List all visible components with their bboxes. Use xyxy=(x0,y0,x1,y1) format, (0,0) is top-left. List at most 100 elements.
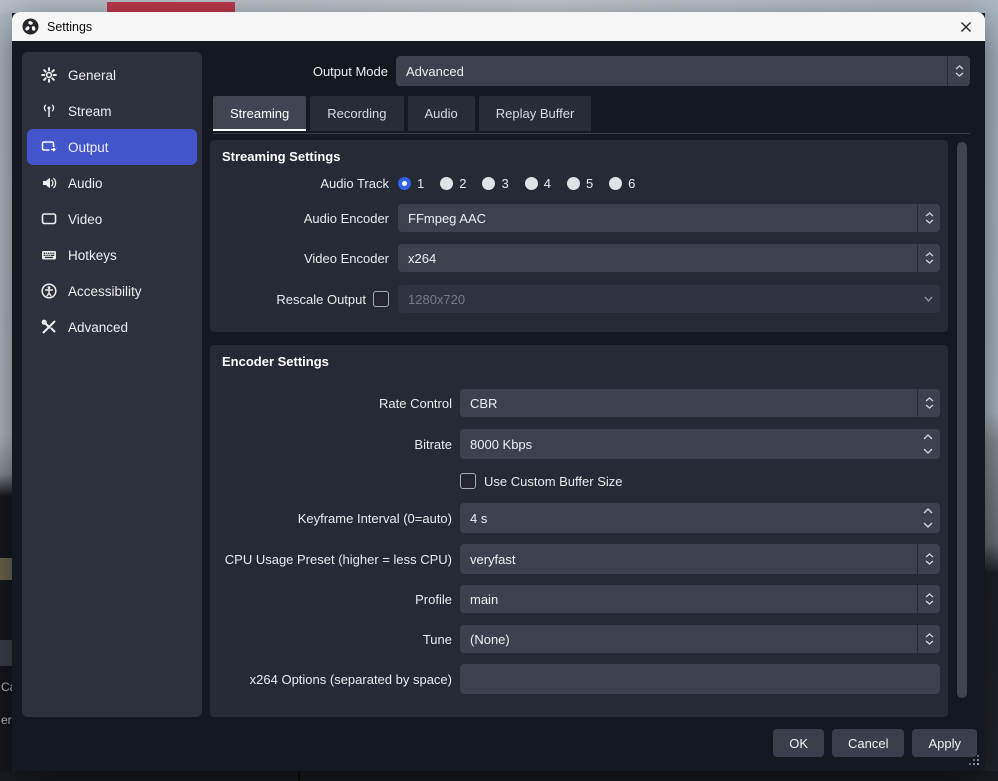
tab-recording[interactable]: Recording xyxy=(310,96,403,131)
output-mode-select[interactable]: Advanced xyxy=(396,56,970,86)
audio-encoder-select[interactable]: FFmpeg AAC xyxy=(398,204,940,232)
radio-track-4[interactable]: 4 xyxy=(525,176,551,191)
keyframe-interval-spinbox[interactable]: 4 s xyxy=(460,503,940,533)
profile-value: main xyxy=(460,592,917,607)
backdrop-right-strip xyxy=(985,13,998,781)
video-encoder-label: Video Encoder xyxy=(210,251,389,266)
tune-select[interactable]: (None) xyxy=(460,625,940,653)
radio-label: 6 xyxy=(628,176,635,191)
radio-track-1[interactable]: 1 xyxy=(398,176,424,191)
radio-track-6[interactable]: 6 xyxy=(609,176,635,191)
ok-button[interactable]: OK xyxy=(773,729,824,757)
settings-dialog: Settings General xyxy=(12,12,985,771)
sidebar-item-label: Accessibility xyxy=(68,284,142,299)
stepper-arrows-icon[interactable] xyxy=(916,429,940,459)
radio-selected-icon xyxy=(398,177,411,190)
x264-options-input[interactable] xyxy=(460,664,940,694)
bitrate-spinbox[interactable]: 8000 Kbps xyxy=(460,429,940,459)
radio-label: 1 xyxy=(417,176,424,191)
audio-encoder-value: FFmpeg AAC xyxy=(398,211,917,226)
radio-track-2[interactable]: 2 xyxy=(440,176,466,191)
tab-audio[interactable]: Audio xyxy=(408,96,475,131)
radio-icon xyxy=(567,177,580,190)
obs-logo-icon xyxy=(22,18,39,35)
vertical-scrollbar-thumb[interactable] xyxy=(957,142,967,698)
close-icon[interactable] xyxy=(957,18,975,36)
titlebar[interactable]: Settings xyxy=(12,12,985,41)
tab-label: Replay Buffer xyxy=(496,106,575,121)
profile-select[interactable]: main xyxy=(460,585,940,613)
sidebar-item-label: General xyxy=(68,68,116,83)
tab-label: Audio xyxy=(425,106,458,121)
spinner-arrows-icon[interactable] xyxy=(947,56,970,86)
profile-label: Profile xyxy=(210,592,452,607)
cpu-preset-select[interactable]: veryfast xyxy=(460,544,940,574)
tab-replay-buffer[interactable]: Replay Buffer xyxy=(479,96,592,131)
output-tabs: Streaming Recording Audio Replay Buffer xyxy=(213,96,591,131)
sidebar-item-general[interactable]: General xyxy=(27,57,197,93)
spinner-arrows-icon[interactable] xyxy=(917,544,940,574)
sidebar-item-hotkeys[interactable]: Hotkeys xyxy=(27,237,197,273)
video-encoder-select[interactable]: x264 xyxy=(398,244,940,272)
rate-control-select[interactable]: CBR xyxy=(460,389,940,417)
spinner-arrows-icon[interactable] xyxy=(917,625,940,653)
custom-buffer-checkbox[interactable] xyxy=(460,473,476,489)
video-encoder-row: Video Encoder x264 xyxy=(210,244,948,272)
sidebar-item-audio[interactable]: Audio xyxy=(27,165,197,201)
rescale-output-value: 1280x720 xyxy=(398,292,916,307)
cpu-preset-label: CPU Usage Preset (higher = less CPU) xyxy=(210,552,452,567)
sidebar-item-label: Stream xyxy=(68,104,112,119)
audio-track-label: Audio Track xyxy=(210,176,389,191)
sidebar-item-output[interactable]: Output xyxy=(27,129,197,165)
spinner-arrows-icon[interactable] xyxy=(917,585,940,613)
sidebar-item-advanced[interactable]: Advanced xyxy=(27,309,197,345)
dialog-body: General Stream Output xyxy=(12,41,985,771)
display-icon xyxy=(41,211,57,227)
audio-encoder-row: Audio Encoder FFmpeg AAC xyxy=(210,204,948,232)
rate-control-value: CBR xyxy=(460,396,917,411)
sidebar-item-accessibility[interactable]: Accessibility xyxy=(27,273,197,309)
rescale-output-label: Rescale Output xyxy=(276,292,366,307)
panel-title: Encoder Settings xyxy=(222,354,329,369)
radio-label: 5 xyxy=(586,176,593,191)
chevron-down-icon[interactable] xyxy=(916,296,940,302)
spinner-arrows-icon[interactable] xyxy=(917,244,940,272)
sidebar-item-stream[interactable]: Stream xyxy=(27,93,197,129)
rescale-output-select[interactable]: 1280x720 xyxy=(398,285,940,313)
stepper-arrows-icon[interactable] xyxy=(916,503,940,533)
accessibility-icon xyxy=(41,283,57,299)
rescale-output-row: Rescale Output 1280x720 xyxy=(210,285,948,313)
apply-button[interactable]: Apply xyxy=(912,729,977,757)
radio-icon xyxy=(440,177,453,190)
output-mode-row: Output Mode Advanced xyxy=(210,56,970,86)
sidebar-item-label: Advanced xyxy=(68,320,128,335)
tune-row: Tune (None) xyxy=(210,625,948,653)
radio-track-5[interactable]: 5 xyxy=(567,176,593,191)
streaming-settings-panel: Streaming Settings Audio Track 1 2 3 4 5… xyxy=(210,140,948,332)
x264-options-label: x264 Options (separated by space) xyxy=(210,672,452,687)
keyframe-interval-value: 4 s xyxy=(460,511,916,526)
encoder-settings-panel: Encoder Settings Rate Control CBR Bitrat… xyxy=(210,345,948,717)
output-mode-value: Advanced xyxy=(396,64,947,79)
custom-buffer-row: Use Custom Buffer Size xyxy=(210,472,948,490)
audio-encoder-label: Audio Encoder xyxy=(210,211,389,226)
keyframe-interval-row: Keyframe Interval (0=auto) 4 s xyxy=(210,503,948,533)
output-mode-label: Output Mode xyxy=(210,64,388,79)
resize-grip[interactable] xyxy=(977,763,979,765)
bitrate-row: Bitrate 8000 Kbps xyxy=(210,429,948,459)
tune-label: Tune xyxy=(210,632,452,647)
cancel-button[interactable]: Cancel xyxy=(832,729,904,757)
spinner-arrows-icon[interactable] xyxy=(917,204,940,232)
sidebar-item-video[interactable]: Video xyxy=(27,201,197,237)
tools-icon xyxy=(41,319,57,335)
backdrop-block xyxy=(0,640,12,666)
radio-icon xyxy=(609,177,622,190)
rescale-output-checkbox[interactable] xyxy=(373,291,389,307)
broadcast-icon xyxy=(41,103,57,119)
footer-buttons: OK Cancel Apply xyxy=(773,729,977,757)
tune-value: (None) xyxy=(460,632,917,647)
tab-streaming[interactable]: Streaming xyxy=(213,96,306,131)
radio-track-3[interactable]: 3 xyxy=(482,176,508,191)
spinner-arrows-icon[interactable] xyxy=(917,389,940,417)
tab-divider xyxy=(213,133,970,134)
